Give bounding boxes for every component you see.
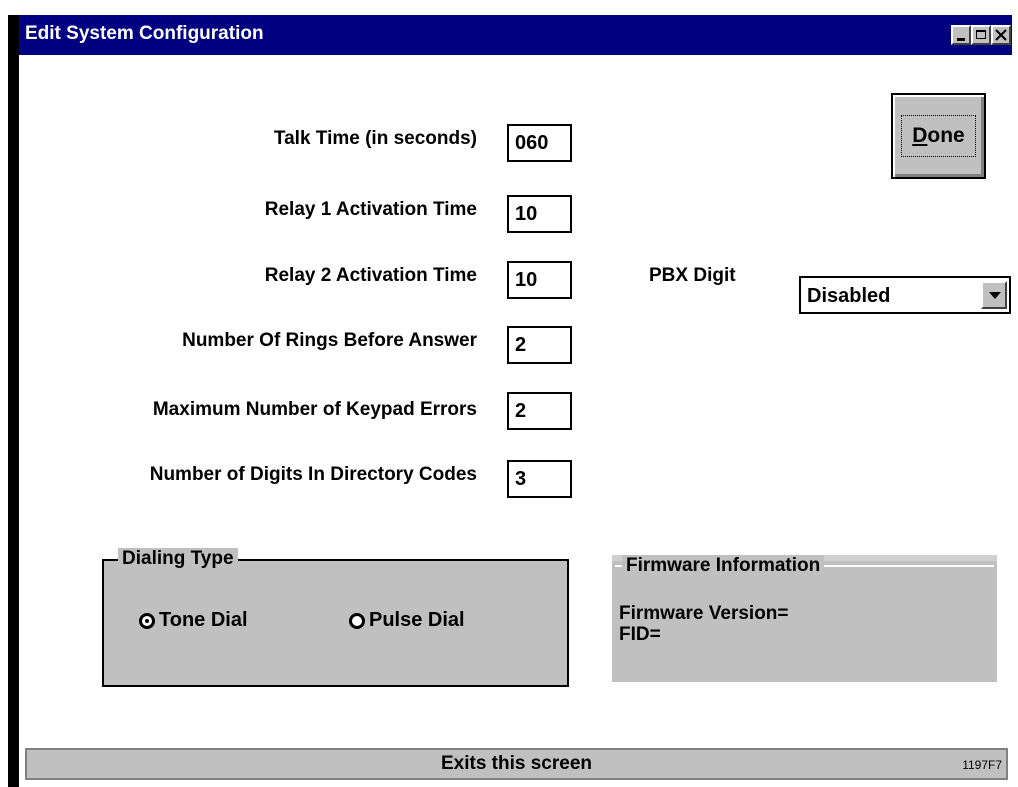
status-bar: Exits this screen 1197F7 [25, 748, 1008, 780]
done-button[interactable]: Done [891, 93, 986, 179]
dialing-type-group: Dialing Type Tone Dial Pulse Dial [102, 548, 569, 687]
firmware-info-group: Firmware Information Firmware Version= F… [612, 555, 997, 682]
talk-time-input[interactable]: 060 [507, 124, 572, 162]
status-text: Exits this screen [440, 753, 593, 774]
radio-unselected-icon [349, 613, 365, 629]
keypad-errors-input[interactable]: 2 [507, 392, 572, 430]
rings-input[interactable]: 2 [507, 326, 572, 364]
minimize-button[interactable] [951, 25, 971, 45]
directory-digits-input[interactable]: 3 [507, 460, 572, 498]
rings-label: Number Of Rings Before Answer [182, 330, 477, 351]
talk-time-label: Talk Time (in seconds) [273, 128, 477, 149]
relay2-label: Relay 2 Activation Time [264, 265, 477, 286]
directory-digits-label: Number of Digits In Directory Codes [149, 464, 477, 485]
relay1-label: Relay 1 Activation Time [264, 199, 477, 220]
pulse-dial-radio[interactable]: Pulse Dial [349, 609, 465, 632]
maximize-button[interactable] [971, 25, 991, 45]
close-button[interactable] [991, 25, 1011, 45]
pbx-digit-select[interactable]: Disabled [799, 276, 1011, 314]
dropdown-button[interactable] [981, 281, 1007, 309]
pulse-dial-label: Pulse Dial [369, 609, 465, 631]
figure-code: 1197F7 [962, 758, 1002, 772]
relay2-input[interactable]: 10 [507, 261, 572, 299]
done-button-label: Done [901, 115, 976, 157]
dialing-type-title: Dialing Type [118, 548, 238, 570]
firmware-info-title: Firmware Information [622, 555, 825, 577]
pbx-digit-value: Disabled [807, 285, 891, 307]
close-icon [995, 29, 1007, 41]
chevron-down-icon [989, 292, 1001, 299]
minimize-icon [957, 38, 965, 41]
tone-dial-radio[interactable]: Tone Dial [139, 609, 248, 632]
keypad-errors-label: Maximum Number of Keypad Errors [152, 399, 477, 420]
relay1-input[interactable]: 10 [507, 195, 572, 233]
fid-label: FID= [619, 624, 661, 645]
pbx-digit-label: PBX Digit [649, 265, 736, 286]
app-window: Edit System Configuration Talk Time (in … [8, 15, 1012, 787]
firmware-version-label: Firmware Version= [619, 603, 789, 624]
title-bar[interactable]: Edit System Configuration [19, 15, 1012, 55]
maximize-icon [976, 30, 986, 39]
radio-selected-icon [139, 613, 155, 629]
window-title: Edit System Configuration [25, 23, 264, 44]
tone-dial-label: Tone Dial [159, 609, 248, 631]
client-area: Edit System Configuration Talk Time (in … [19, 15, 1012, 787]
